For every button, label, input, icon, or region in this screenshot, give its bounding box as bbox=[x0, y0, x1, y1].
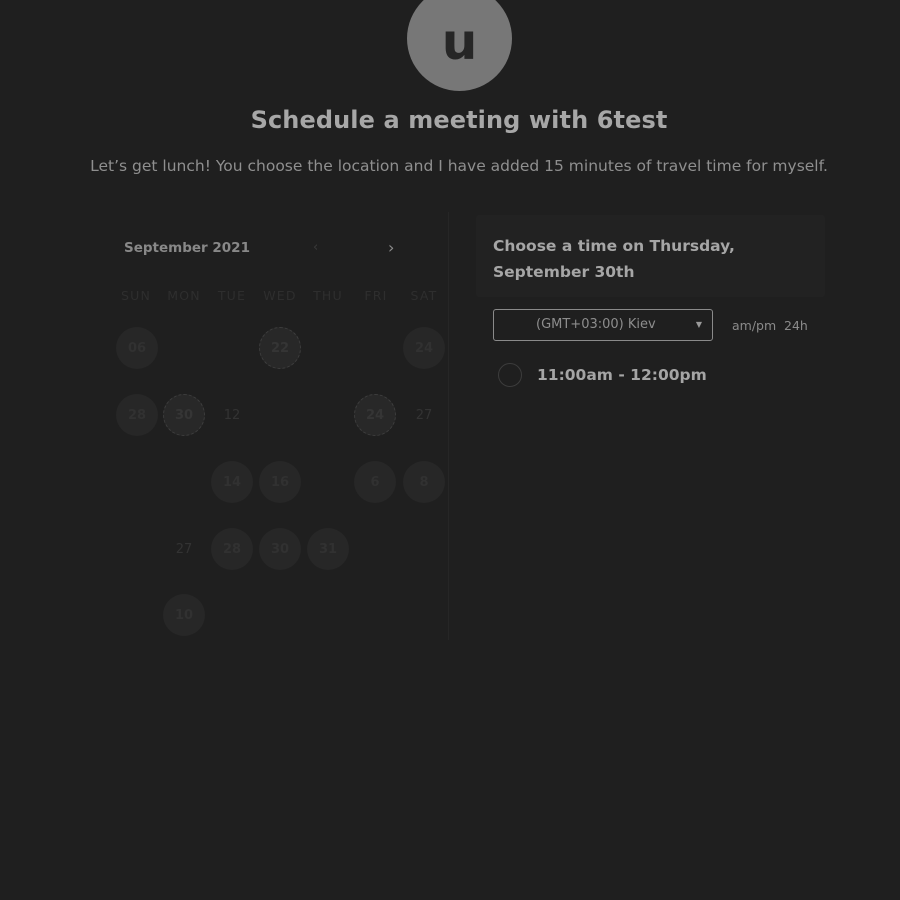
avatar-initial: u bbox=[441, 12, 478, 71]
weekday-label: FRI bbox=[364, 288, 388, 303]
calendar-weekday-header: SUN MON TUE WED THU FRI SAT bbox=[112, 288, 448, 303]
calendar-day[interactable]: 28 bbox=[116, 394, 158, 436]
format-24h-toggle[interactable]: 24h bbox=[784, 318, 808, 333]
calendar-day[interactable]: 06 bbox=[116, 327, 158, 369]
calendar-day: 27 bbox=[175, 541, 193, 557]
calendar-month-label: September 2021 bbox=[124, 240, 250, 256]
calendar: September 2021 ‹ › SUN MON TUE WED THU F… bbox=[108, 212, 449, 640]
weekday-label: TUE bbox=[217, 288, 247, 303]
selected-date-header: Choose a time on Thursday, September 30t… bbox=[476, 215, 825, 297]
page-title: Schedule a meeting with 6test bbox=[250, 106, 668, 134]
time-slot-radio[interactable] bbox=[498, 363, 522, 387]
calendar-day: 12 bbox=[223, 407, 241, 423]
timezone-select[interactable]: (GMT+03:00) Kiev ▼ bbox=[493, 309, 713, 341]
selected-date-heading: Choose a time on Thursday, September 30t… bbox=[493, 237, 735, 281]
avatar: u bbox=[407, 0, 512, 91]
weekday-label: THU bbox=[313, 288, 343, 303]
weekday-label: WED bbox=[263, 288, 297, 303]
scheduling-page: u Schedule a meeting with 6test Let’s ge… bbox=[0, 0, 900, 900]
time-slot-label[interactable]: 11:00am - 12:00pm bbox=[537, 366, 707, 384]
calendar-day[interactable]: 31 bbox=[307, 528, 349, 570]
weekday-label: SUN bbox=[120, 288, 152, 303]
weekday-label: MON bbox=[167, 288, 201, 303]
format-ampm-toggle[interactable]: am/pm bbox=[732, 318, 776, 333]
calendar-day[interactable]: 8 bbox=[403, 461, 445, 503]
calendar-day[interactable]: 22 bbox=[259, 327, 301, 369]
calendar-day[interactable]: 10 bbox=[163, 594, 205, 636]
chevron-left-icon[interactable]: ‹ bbox=[313, 240, 318, 255]
calendar-day[interactable]: 14 bbox=[211, 461, 253, 503]
timezone-value: (GMT+03:00) Kiev bbox=[536, 317, 656, 332]
weekday-label: SAT bbox=[410, 288, 438, 303]
calendar-day: 27 bbox=[415, 407, 433, 423]
chevron-right-icon[interactable]: › bbox=[388, 238, 394, 257]
caret-down-icon: ▼ bbox=[695, 320, 702, 329]
calendar-day[interactable]: 28 bbox=[211, 528, 253, 570]
calendar-day[interactable]: 30 bbox=[163, 394, 205, 436]
calendar-day[interactable]: 6 bbox=[354, 461, 396, 503]
calendar-day[interactable]: 30 bbox=[259, 528, 301, 570]
calendar-day-today[interactable]: 24 bbox=[354, 394, 396, 436]
calendar-day[interactable]: 16 bbox=[259, 461, 301, 503]
calendar-day[interactable]: 24 bbox=[403, 327, 445, 369]
page-description: Let’s get lunch! You choose the location… bbox=[90, 157, 828, 175]
